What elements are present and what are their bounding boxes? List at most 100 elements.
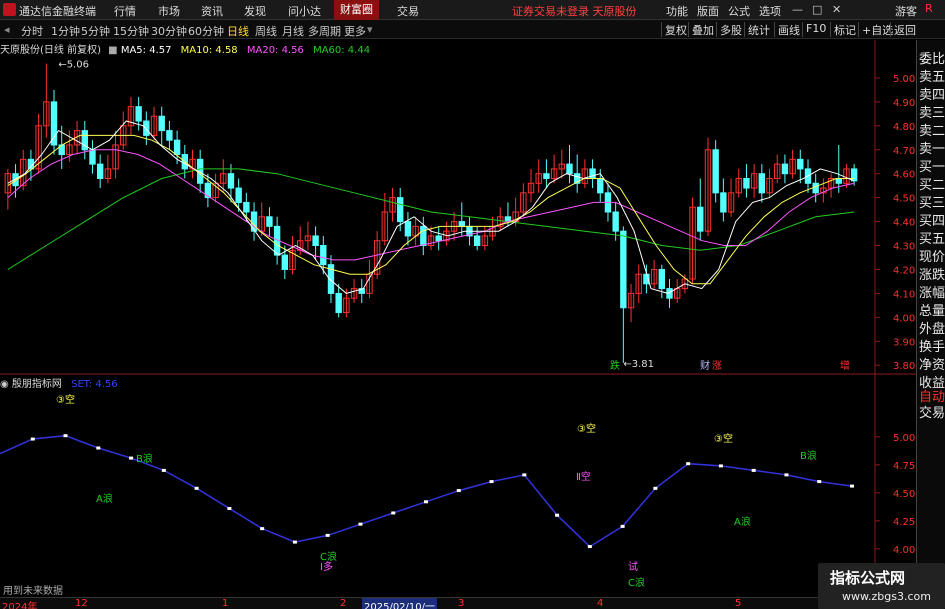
sidebar-item-4[interactable]: 卖二 <box>919 120 945 139</box>
sidebar-item-3[interactable]: 卖三 <box>919 102 945 121</box>
sidebar-item-13[interactable]: 涨幅 <box>919 282 945 301</box>
legend-square-icon: ■ <box>108 45 118 56</box>
sidebar-item-15[interactable]: 外盘 <box>919 318 945 337</box>
kline-chart[interactable]: 5.00 4.90 4.80 4.70 4.60 4.50 4.40 4.30 4.20 4.10… <box>0 40 916 597</box>
candle-body <box>243 201 250 213</box>
candle-body <box>797 158 804 170</box>
indicator-point <box>63 434 68 438</box>
f10-button[interactable]: F10 <box>802 22 826 37</box>
draw-button[interactable]: 画线 <box>774 22 800 37</box>
wave-label: A浪 <box>734 515 751 528</box>
sidebar-item-1[interactable]: 卖五 <box>919 66 945 85</box>
sidebar-item-17[interactable]: 净资 <box>919 354 945 373</box>
period-1min[interactable]: 1分钟 <box>51 23 80 39</box>
menu-wealth-circle[interactable]: 财富圈 <box>334 0 379 20</box>
period-multi[interactable]: 多周期 <box>308 23 341 39</box>
sidebar-item-5[interactable]: 卖一 <box>919 138 945 157</box>
adjust-button[interactable]: 复权 <box>661 22 687 37</box>
wave-label: C浪 <box>628 576 645 589</box>
sidebar-item-14[interactable]: 总量 <box>919 300 945 319</box>
period-intraday[interactable]: 分时 <box>21 23 43 39</box>
candle-body <box>335 292 342 314</box>
sidebar-item-8[interactable]: 买三 <box>919 192 945 211</box>
mark-button[interactable]: 标记 <box>830 22 856 37</box>
wave-label: Ⅱ空 <box>576 470 591 483</box>
indicator-point <box>718 464 723 468</box>
period-60min[interactable]: 60分钟 <box>188 23 224 39</box>
add-watchlist-button[interactable]: +自选 <box>858 22 893 37</box>
back-button[interactable]: 返回 <box>890 22 916 37</box>
date-label: 12 <box>75 598 88 609</box>
app-window: 通达信金融终端 行情 市场 资讯 发现 问小达 财富圈 交易 证券交易未登录 天… <box>0 0 945 609</box>
candle-body <box>143 120 150 136</box>
period-daily[interactable]: 日线 <box>227 23 249 39</box>
sidebar-item-6[interactable]: 买一 <box>919 156 945 175</box>
menu-formula[interactable]: 公式 <box>728 3 750 19</box>
period-monthly[interactable]: 月线 <box>282 23 304 39</box>
overlay-button[interactable]: 叠加 <box>688 22 714 37</box>
period-5min[interactable]: 5分钟 <box>81 23 110 39</box>
wave-label: B浪 <box>136 452 153 465</box>
signal-marker: 涨 <box>712 360 722 372</box>
sidebar-item-11[interactable]: 现价 <box>919 246 945 265</box>
date-label: 2024年 <box>2 602 38 609</box>
wave-label: ③空 <box>714 432 733 445</box>
wave-label: 试 <box>628 560 638 573</box>
login-notice: 证券交易未登录 天原股份 <box>512 5 637 18</box>
more-chevron-icon[interactable]: ▾ <box>367 23 373 36</box>
period-weekly[interactable]: 周线 <box>255 23 277 39</box>
close-icon[interactable]: ✕ <box>832 3 841 16</box>
period-30min[interactable]: 30分钟 <box>151 23 187 39</box>
menu-quotes[interactable]: 行情 <box>114 3 136 19</box>
sidebar-item-12[interactable]: 涨跌 <box>919 264 945 283</box>
menu-trade[interactable]: 交易 <box>397 3 419 19</box>
indicator-point <box>489 480 494 484</box>
period-more[interactable]: 更多 <box>344 23 366 39</box>
minimize-icon[interactable]: — <box>792 3 803 16</box>
y-tick-label: 4.30 <box>893 242 915 253</box>
indicator-point <box>260 527 265 531</box>
sidebar-item-16[interactable]: 换手 <box>919 336 945 355</box>
candle-body <box>566 163 573 175</box>
indicator-point <box>391 511 396 515</box>
period-15min[interactable]: 15分钟 <box>113 23 149 39</box>
candle-body <box>658 268 666 290</box>
menu-discover[interactable]: 发现 <box>244 3 266 19</box>
ma10-label: MA10: 4.58 <box>180 45 238 56</box>
indicator-point <box>555 513 560 517</box>
menu-function[interactable]: 功能 <box>666 3 688 19</box>
sidebar-item-9[interactable]: 买四 <box>919 210 945 229</box>
y-tick-label: 4.70 <box>893 146 915 157</box>
candle-body <box>266 216 273 227</box>
y-tick-label: 4.40 <box>893 218 915 229</box>
maximize-icon[interactable]: □ <box>812 3 822 16</box>
multi-stock-button[interactable]: 多股 <box>716 22 742 37</box>
sidebar-item-2[interactable]: 卖四 <box>919 84 945 103</box>
menu-layout[interactable]: 版面 <box>697 3 719 19</box>
menu-news[interactable]: 资讯 <box>201 3 223 19</box>
stats-button[interactable]: 统计 <box>744 22 770 37</box>
sidebar-trade[interactable]: 交易 <box>919 402 945 421</box>
sidebar-item-10[interactable]: 买五 <box>919 228 945 247</box>
sidebar-r-icon[interactable]: R <box>925 2 933 15</box>
sidebar-item-7[interactable]: 买二 <box>919 174 945 193</box>
high-label: ←5.06 <box>58 60 89 71</box>
indicator-name[interactable]: 殷朋指标网 <box>12 379 62 390</box>
candle-body <box>281 254 289 270</box>
candle-body <box>697 206 704 232</box>
sidebar-item-0[interactable]: 委比 <box>919 48 945 67</box>
guest-login[interactable]: 游客 <box>895 3 917 19</box>
ind-y-tick-label: 4.25 <box>893 517 915 528</box>
indicator-point <box>161 468 166 472</box>
candle-body <box>312 235 319 247</box>
wave-label: ③空 <box>56 393 75 406</box>
menu-ask[interactable]: 问小达 <box>288 3 321 19</box>
indicator-point <box>424 500 428 504</box>
indicator-toggle-icon[interactable]: ◉ <box>0 379 9 390</box>
indicator-point <box>620 524 625 528</box>
menu-market[interactable]: 市场 <box>158 3 180 19</box>
menu-options[interactable]: 选项 <box>759 3 781 19</box>
stock-title: 天原股份(日线 前复权) <box>0 45 101 56</box>
indicator-point <box>129 456 134 460</box>
ma10-line <box>7 134 855 285</box>
